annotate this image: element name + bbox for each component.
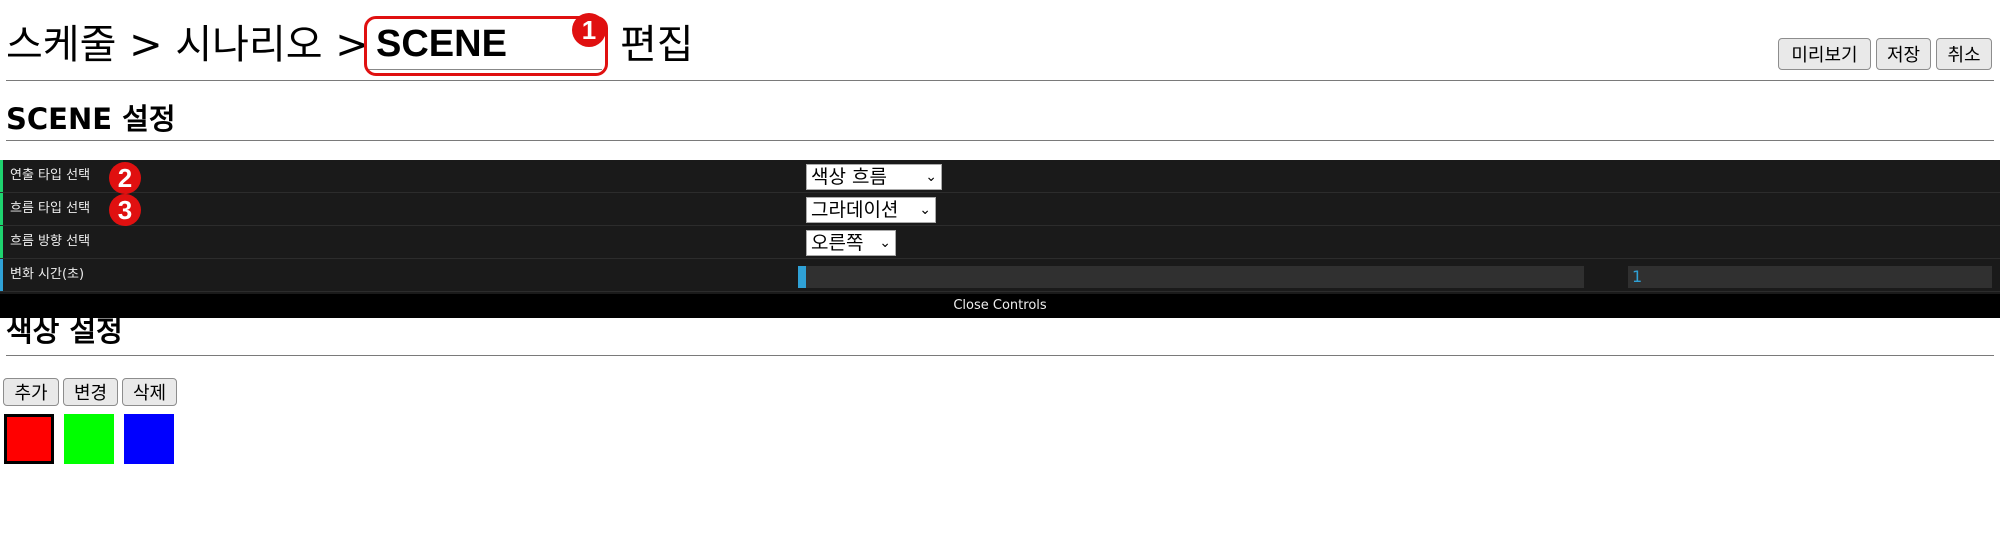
- edit-label: 편집: [620, 22, 694, 68]
- flow-type-value: 그라데이션: [811, 199, 899, 221]
- row-stripe: [0, 160, 3, 192]
- add-color-button[interactable]: 추가: [3, 378, 59, 406]
- delete-color-button[interactable]: 삭제: [122, 378, 177, 406]
- change-color-button[interactable]: 변경: [63, 378, 118, 406]
- breadcrumb: 스케줄 > 시나리오 >: [6, 22, 369, 68]
- page-header: 스케줄 > 시나리오 > 1 편집 미리보기 저장 취소: [0, 0, 2000, 82]
- annotation-highlight-box: [364, 16, 608, 76]
- flow-direction-select[interactable]: 오른쪽 ⌄: [806, 230, 896, 256]
- chevron-down-icon: ⌄: [925, 169, 937, 185]
- controls-panel: 연출 타입 선택 색상 흐름 ⌄ 2 흐름 타입 선택 그라데이션 ⌄ 3 흐름…: [0, 160, 2000, 318]
- color-swatch-red[interactable]: [4, 414, 54, 464]
- effect-type-value: 색상 흐름: [811, 166, 887, 188]
- control-row-flow-type: 흐름 타입 선택 그라데이션 ⌄: [0, 193, 2000, 226]
- close-controls-button[interactable]: Close Controls: [0, 294, 2000, 318]
- cancel-button[interactable]: 취소: [1936, 38, 1992, 70]
- chevron-down-icon: ⌄: [879, 235, 891, 251]
- control-row-flow-direction: 흐름 방향 선택 오른쪽 ⌄: [0, 226, 2000, 259]
- flow-direction-value: 오른쪽: [811, 232, 864, 254]
- header-divider: [6, 80, 1994, 81]
- change-time-slider[interactable]: [798, 266, 1584, 288]
- scene-section-divider: [6, 140, 1994, 141]
- color-swatch-blue[interactable]: [124, 414, 174, 464]
- flow-direction-label: 흐름 방향 선택: [10, 234, 91, 249]
- control-row-change-time: 변화 시간(초) 1: [0, 259, 2000, 292]
- change-time-label: 변화 시간(초): [10, 267, 85, 282]
- preview-button[interactable]: 미리보기: [1778, 38, 1871, 70]
- row-stripe: [0, 226, 3, 258]
- change-time-input[interactable]: 1: [1628, 266, 1992, 288]
- flow-type-select[interactable]: 그라데이션 ⌄: [806, 197, 936, 223]
- color-section-title: 색상 설정: [6, 314, 123, 348]
- effect-type-select[interactable]: 색상 흐름 ⌄: [806, 164, 942, 190]
- save-button[interactable]: 저장: [1876, 38, 1931, 70]
- color-swatch-green[interactable]: [64, 414, 114, 464]
- effect-type-label: 연출 타입 선택: [10, 168, 91, 183]
- annotation-badge-1: 1: [572, 13, 606, 47]
- chevron-down-icon: ⌄: [919, 202, 931, 218]
- row-stripe: [0, 193, 3, 225]
- annotation-badge-3: 3: [109, 194, 141, 226]
- scene-section-title: SCENE 설정: [6, 102, 176, 136]
- row-stripe: [0, 259, 3, 291]
- control-row-effect-type: 연출 타입 선택 색상 흐름 ⌄: [0, 160, 2000, 193]
- slider-fill: [798, 266, 806, 288]
- annotation-badge-2: 2: [109, 162, 141, 194]
- flow-type-label: 흐름 타입 선택: [10, 201, 91, 216]
- color-section-divider: [6, 355, 1994, 356]
